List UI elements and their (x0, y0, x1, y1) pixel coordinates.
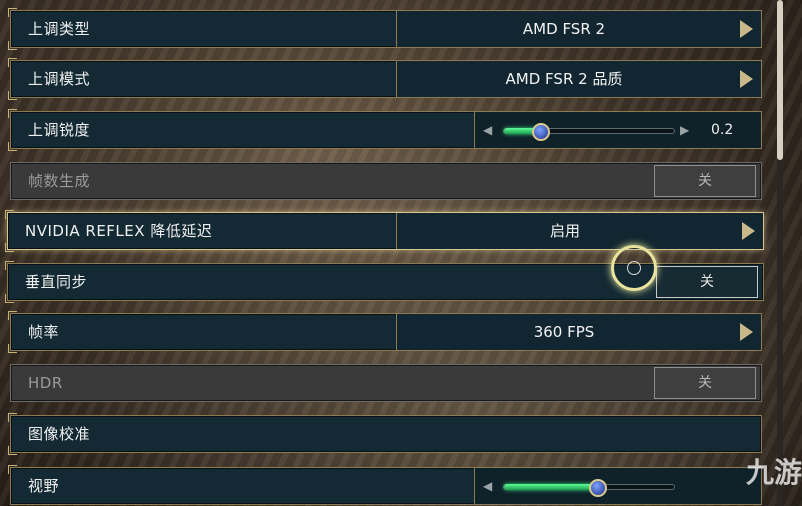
setting-label: 帧率 (28, 323, 60, 341)
frame-corner (5, 294, 14, 303)
setting-hdr: HDR 关 (10, 364, 762, 402)
frame-corner (5, 243, 14, 252)
selector-value: 360 FPS (533, 323, 595, 341)
frame-corner (8, 58, 17, 67)
frame-corner (8, 109, 17, 118)
setting-upscale-sharpness[interactable]: 上调锐度 ◀ ▶ 0.2 (8, 109, 762, 151)
toggle-button: 关 (654, 367, 756, 399)
frame-corner (8, 41, 17, 50)
scrollbar[interactable] (777, 0, 783, 506)
slider-area[interactable]: ◀ ▶ 0.2 (474, 112, 761, 148)
selector-box[interactable]: 360 FPS (396, 314, 761, 350)
selector-value: 启用 (549, 222, 580, 240)
frame-corner (8, 413, 17, 422)
slider-knob[interactable] (532, 123, 551, 141)
chevron-right-icon[interactable] (740, 323, 753, 341)
setting-label: 垂直同步 (25, 273, 88, 291)
slider-value: 0.2 (711, 122, 734, 138)
frame-corner (8, 91, 17, 100)
frame-corner (8, 344, 17, 353)
scrollbar-thumb[interactable] (777, 0, 783, 160)
toggle-button: 关 (654, 165, 756, 197)
selector-value: AMD FSR 2 品质 (505, 70, 623, 88)
slider-track[interactable] (503, 479, 675, 497)
slider-fill (504, 484, 598, 490)
chevron-right-icon[interactable] (742, 222, 755, 240)
frame-corner (8, 8, 17, 17)
chevron-right-icon[interactable] (740, 70, 753, 88)
frame-corner (8, 446, 17, 455)
setting-label: 视野 (28, 477, 60, 495)
slider-knob[interactable] (588, 479, 607, 497)
setting-nvidia-reflex[interactable]: NVIDIA REFLEX 降低延迟 启用 (5, 210, 764, 252)
selector-box[interactable]: 启用 (396, 213, 763, 249)
selector-box[interactable]: AMD FSR 2 品质 (396, 61, 761, 97)
setting-field-of-view[interactable]: 视野 ◀ (8, 465, 762, 505)
toggle-button[interactable]: 关 (656, 266, 758, 298)
chevron-right-icon[interactable] (740, 20, 753, 38)
setting-label: NVIDIA REFLEX 降低延迟 (25, 222, 213, 240)
selector-value: AMD FSR 2 (522, 20, 606, 38)
setting-upscale-type[interactable]: 上调类型 AMD FSR 2 (8, 8, 762, 50)
slider-track[interactable] (503, 123, 675, 141)
frame-corner (8, 142, 17, 151)
setting-label: 图像校准 (28, 425, 91, 443)
setting-label: 帧数生成 (28, 172, 91, 190)
setting-label: 上调锐度 (28, 121, 91, 139)
slider-increase-icon[interactable]: ▶ (680, 123, 689, 137)
frame-corner (5, 210, 14, 219)
slider-decrease-icon[interactable]: ◀ (483, 479, 492, 493)
setting-label: 上调模式 (28, 70, 91, 88)
setting-label: HDR (28, 374, 63, 392)
setting-label: 上调类型 (28, 20, 91, 38)
frame-corner (5, 261, 14, 270)
setting-image-calibration[interactable]: 图像校准 (8, 413, 762, 455)
cursor-center (627, 261, 641, 275)
watermark-logo: 九游 (745, 456, 802, 489)
slider-decrease-icon[interactable]: ◀ (483, 123, 492, 137)
frame-corner (8, 465, 17, 474)
setting-frame-rate[interactable]: 帧率 360 FPS (8, 311, 762, 353)
controller-cursor (611, 245, 657, 291)
selector-box[interactable]: AMD FSR 2 (396, 11, 761, 47)
setting-frame-generation: 帧数生成 关 (10, 162, 762, 200)
frame-corner (8, 311, 17, 320)
setting-upscale-mode[interactable]: 上调模式 AMD FSR 2 品质 (8, 58, 762, 100)
